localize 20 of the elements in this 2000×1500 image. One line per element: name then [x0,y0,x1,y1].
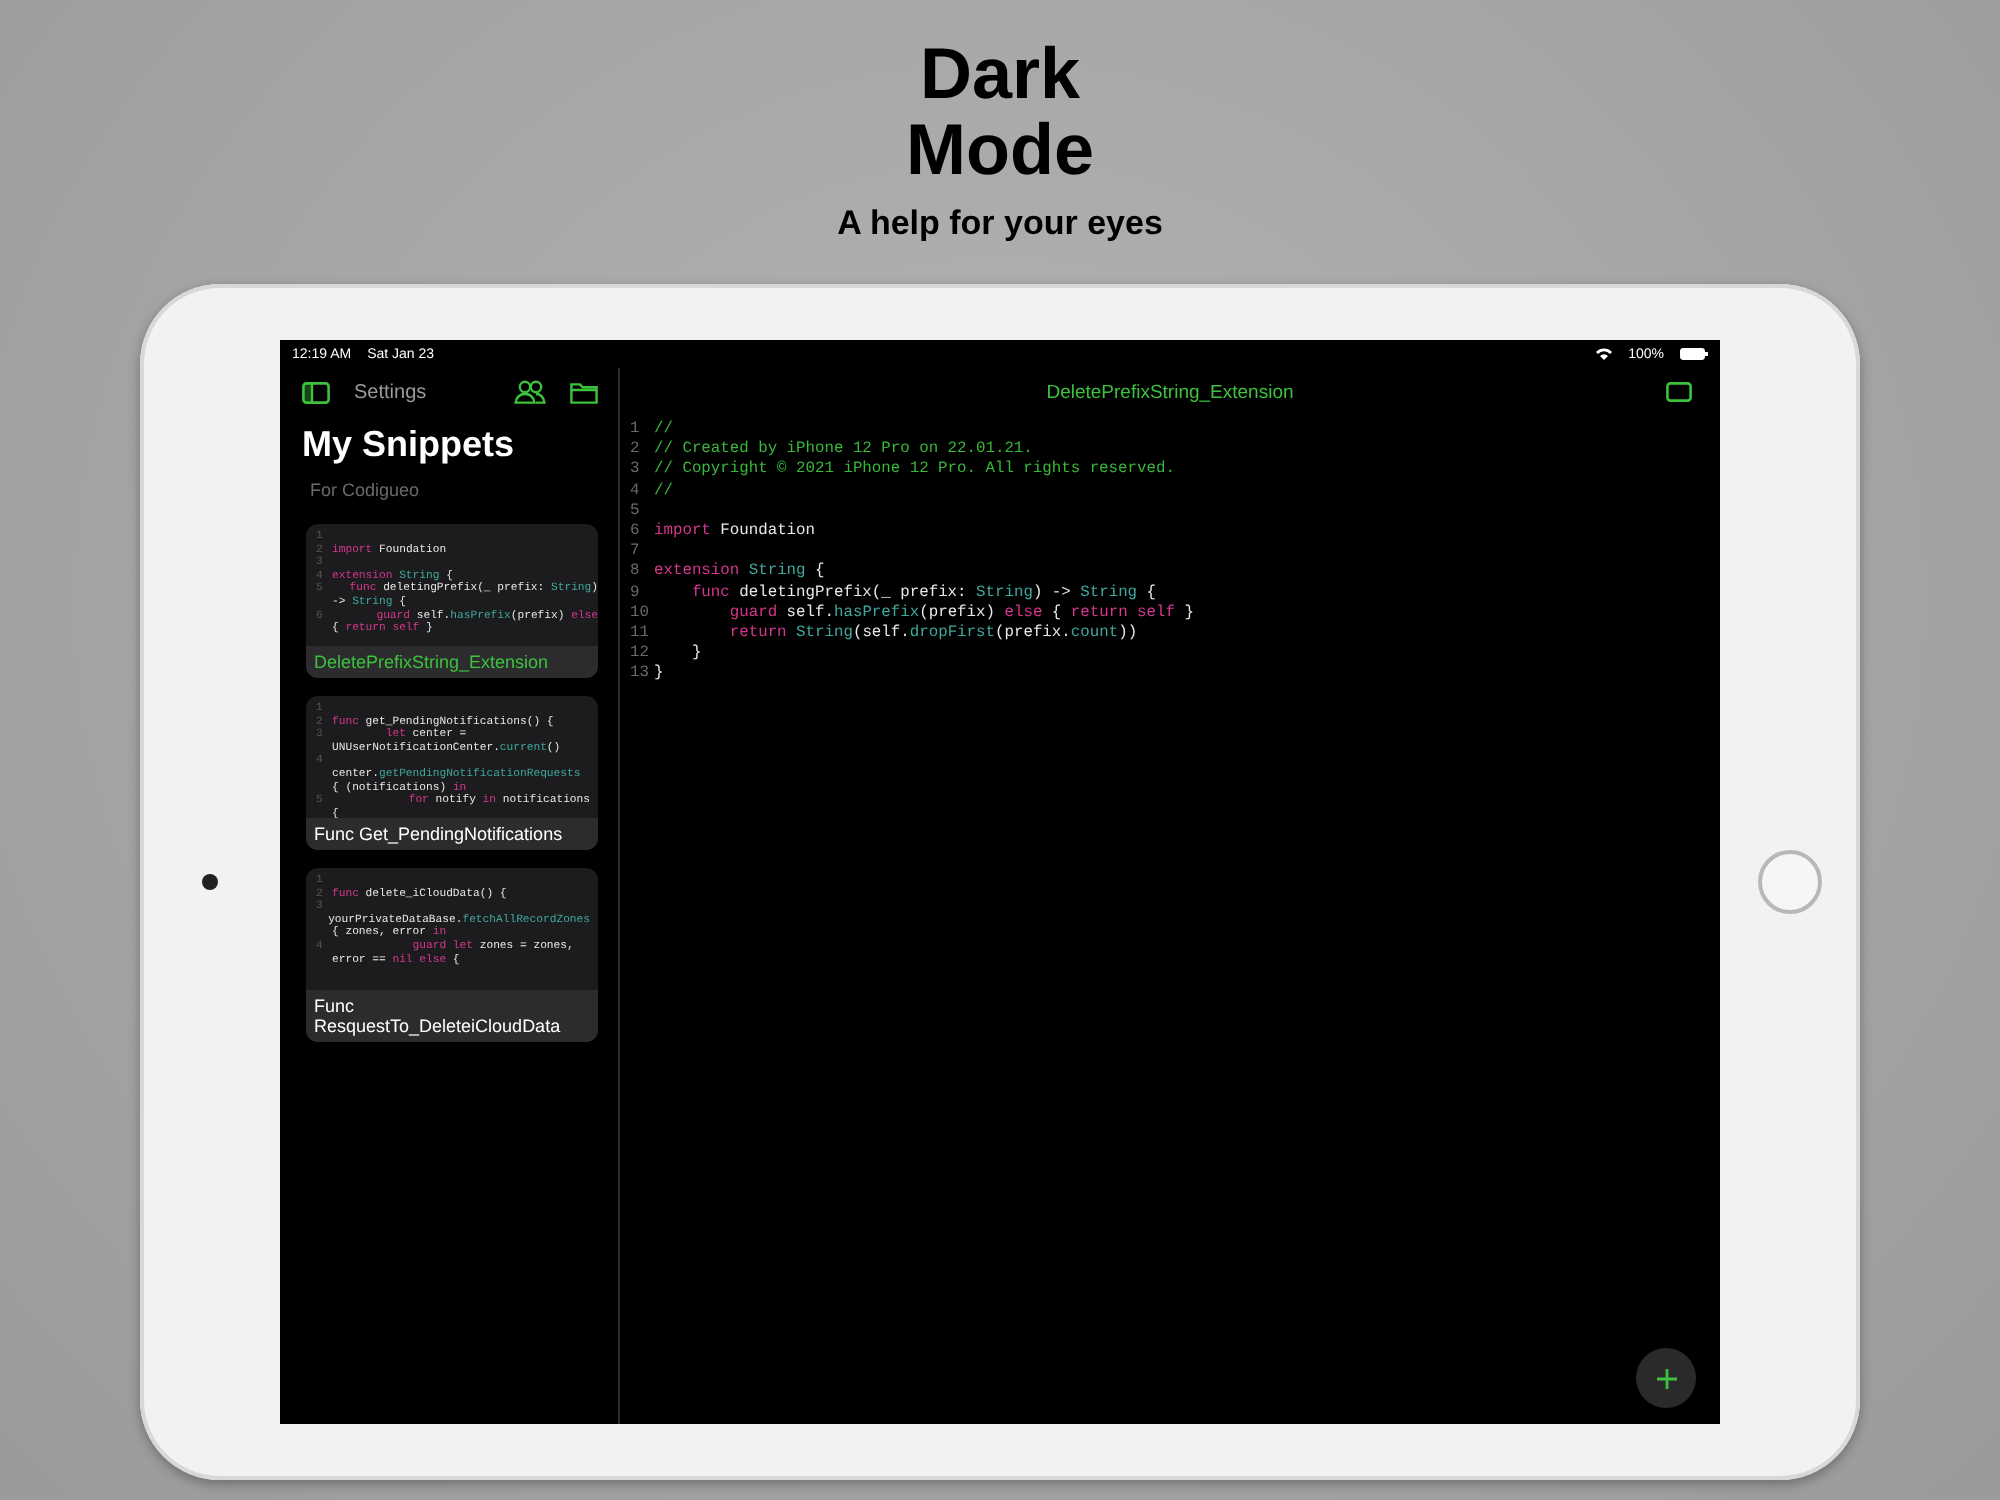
settings-button[interactable]: Settings [354,381,490,403]
fullscreen-icon[interactable] [1666,382,1692,402]
editor-title: DeletePrefixString_Extension [1046,381,1294,403]
battery-icon [1680,348,1708,360]
snippet-card[interactable] [306,696,598,850]
wifi-icon [1596,348,1613,360]
folder-icon[interactable] [570,381,598,403]
plus-icon [1655,1367,1677,1389]
sidebar-title: My Snippets [302,424,517,466]
people-icon[interactable] [514,380,546,404]
snippet-title: DeletePrefixString_Extension [306,646,598,678]
headline: Dark [919,36,1081,112]
sidebar-toggle-icon[interactable] [302,381,330,403]
camera-icon [202,874,218,890]
snippet-title: Func Get_PendingNotifications [306,818,598,850]
sidebar-subtitle: For Codigueo [310,480,422,500]
tagline: A help for your eyes [837,204,1163,244]
snippet-title: Func ResquestTo_DeleteiCloudData [306,990,598,1042]
add-button[interactable] [1636,1348,1696,1408]
headline: Mode [906,112,1094,188]
